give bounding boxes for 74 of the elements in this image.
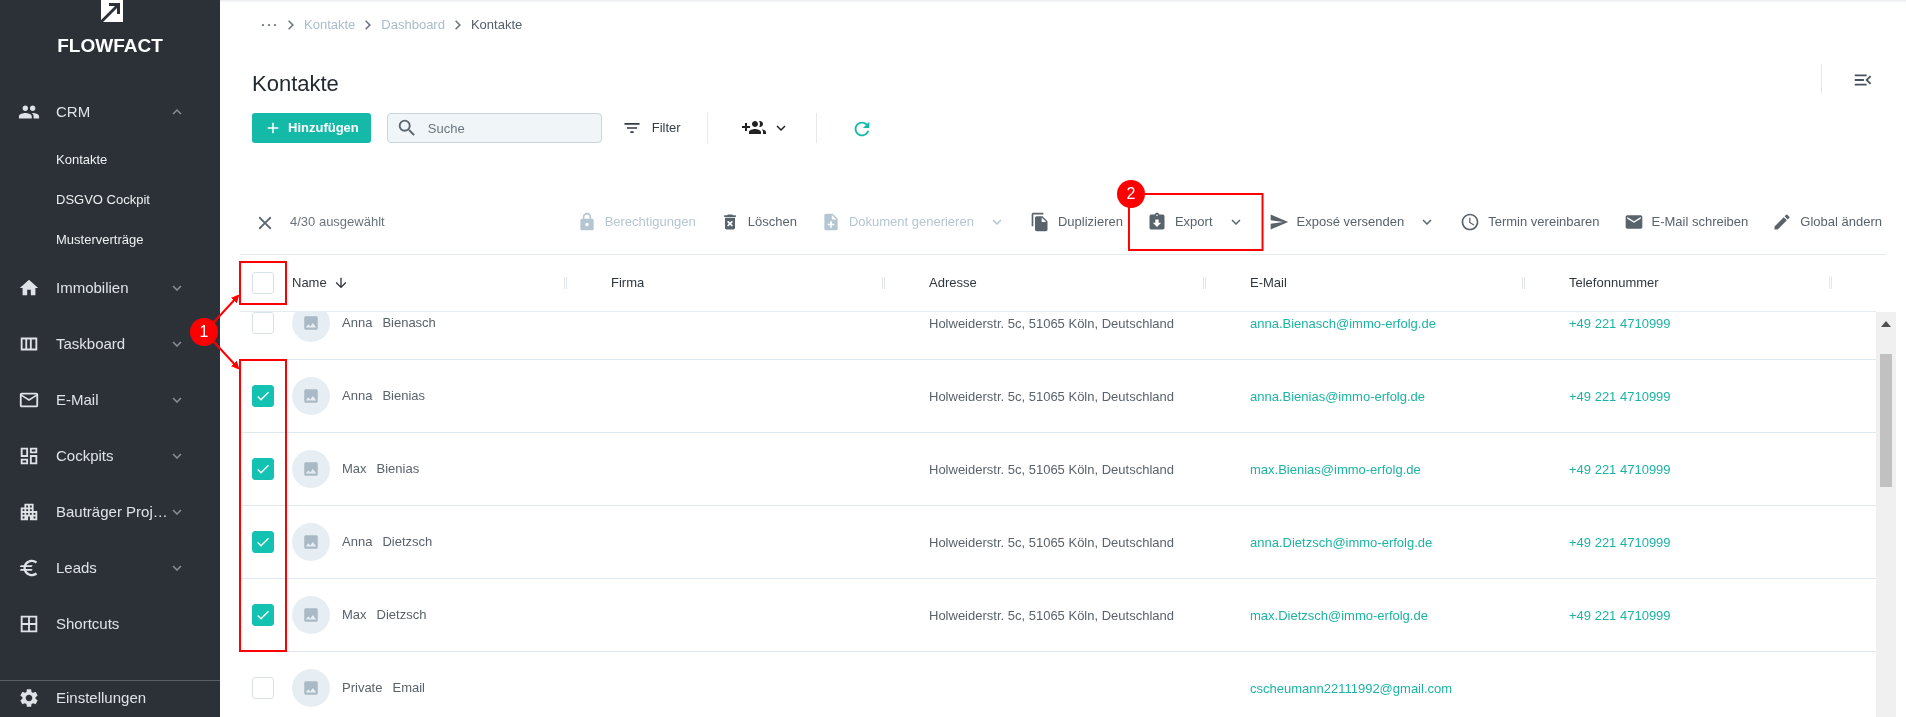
building-icon	[18, 501, 40, 523]
first-name: Private	[342, 679, 383, 698]
chevron-right-icon	[365, 20, 372, 30]
column-header[interactable]: E-Mail	[1250, 273, 1287, 293]
first-name: Max	[342, 460, 367, 479]
last-name: Dietzsch	[382, 533, 433, 552]
last-name: Bienasch	[382, 314, 436, 333]
send-icon	[1268, 212, 1289, 232]
chevron-right-icon	[454, 20, 461, 30]
scrollbar-thumb[interactable]	[1880, 354, 1892, 487]
checkbox[interactable]	[252, 604, 274, 626]
column-header[interactable]: Firma	[611, 273, 645, 293]
breadcrumb-link[interactable]: Kontakte	[470, 15, 523, 35]
image-icon	[302, 606, 320, 624]
settings-link[interactable]: Einstellungen	[0, 680, 220, 716]
toolbar-button[interactable]: Löschen	[707, 204, 809, 240]
filter-button[interactable]: Filter	[617, 118, 685, 138]
sidebar-item[interactable]: Bauträger Proj…	[0, 484, 194, 540]
sidebar-subitem[interactable]: DSGVO Cockpit	[0, 180, 220, 220]
sidebar-item[interactable]: E-Mail	[0, 372, 194, 428]
annotation-arrow	[213, 341, 240, 370]
toolbar-button[interactable]: Termin vereinbaren	[1448, 204, 1612, 240]
chevron-right-icon	[288, 20, 294, 30]
envelope-icon	[1623, 212, 1644, 232]
image-icon	[302, 533, 320, 551]
sidebar-subitem[interactable]: Kontakte	[0, 140, 220, 180]
first-name: Anna	[342, 314, 373, 333]
image-icon	[302, 460, 320, 478]
page-title: Kontakte	[252, 70, 340, 98]
toolbar-button[interactable]: Exposé versenden	[1256, 204, 1449, 240]
last-name: Bienias	[382, 387, 425, 406]
sidebar-item[interactable]: Immobilien	[0, 260, 194, 316]
first-name: Max	[342, 606, 367, 625]
column-header[interactable]: Telefonnummer	[1569, 273, 1659, 293]
copy-icon	[1029, 212, 1050, 232]
sidebar-item[interactable]: Shortcuts	[0, 596, 194, 652]
grid-icon	[18, 613, 40, 635]
sidebar-item[interactable]: CRM	[0, 84, 194, 140]
checkbox[interactable]	[252, 531, 274, 553]
image-icon	[302, 314, 320, 332]
image-icon	[302, 679, 320, 697]
address-text: Holweiderstr. 5c, 51065 Köln, Deutschland	[929, 316, 1174, 331]
toolbar-button[interactable]: Global ändern	[1760, 204, 1886, 240]
last-name: Dietzsch	[376, 606, 427, 625]
euro-icon	[18, 557, 40, 579]
sidebar-item[interactable]: Leads	[0, 540, 194, 596]
highlight-frame	[239, 261, 287, 305]
address-text: Holweiderstr. 5c, 51065 Köln, Deutschland	[929, 462, 1174, 477]
annotation-arrow	[213, 294, 240, 323]
address-text: Holweiderstr. 5c, 51065 Köln, Deutschland	[929, 389, 1174, 404]
sidebar-subitem[interactable]: Musterverträge	[0, 220, 220, 260]
checkbox[interactable]	[252, 385, 274, 407]
last-name: Bienias	[376, 460, 420, 479]
column-header[interactable]: Adresse	[929, 273, 977, 293]
menu-collapse-button[interactable]	[1821, 64, 1874, 94]
last-name: Email	[392, 679, 425, 698]
selection-count: 4/30 ausgewählt	[290, 213, 385, 232]
toolbar-button[interactable]: E-Mail schreiben	[1611, 204, 1761, 240]
checkbox[interactable]	[252, 458, 274, 480]
first-name: Anna	[342, 533, 373, 552]
search-field[interactable]: Suche	[386, 113, 602, 143]
clock-icon	[1460, 212, 1481, 232]
settings-icon	[18, 687, 40, 710]
column-header[interactable]: Name	[292, 273, 327, 293]
address-text: Holweiderstr. 5c, 51065 Köln, Deutschland	[929, 535, 1174, 550]
sidebar-item[interactable]: Cockpits	[0, 428, 194, 484]
scrollbar[interactable]	[1876, 312, 1896, 717]
logo-text: FLOWFACT	[57, 34, 163, 58]
step-marker: 2	[1116, 180, 1145, 208]
scroll-up-icon[interactable]	[1881, 321, 1891, 327]
dashboard-icon	[18, 445, 40, 467]
first-name: Anna	[342, 387, 373, 406]
address-text: Holweiderstr. 5c, 51065 Köln, Deutschland	[929, 608, 1174, 623]
image-icon	[302, 387, 320, 405]
